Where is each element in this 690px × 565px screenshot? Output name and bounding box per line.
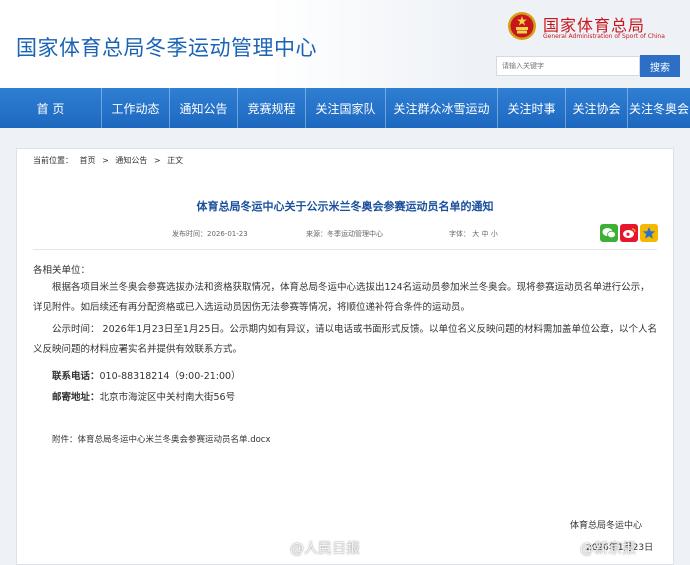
breadcrumb-notices[interactable]: 通知公告 <box>115 156 147 165</box>
nav-item-work-news[interactable]: 工作动态 <box>102 88 170 128</box>
article-source: 来源：冬季运动管理中心 <box>306 230 383 238</box>
main-nav: 首 页 工作动态 通知公告 竞赛规程 关注国家队 关注群众冰雪运动 关注时事 关… <box>0 88 690 128</box>
site-title[interactable]: 国家体育总局冬季运动管理中心 <box>16 32 317 62</box>
contact-value: 010-88318214（9:00-21:00） <box>99 371 241 382</box>
font-size-large[interactable]: 大 <box>472 230 479 238</box>
nav-item-associations[interactable]: 关注协会 <box>566 88 628 128</box>
breadcrumb-separator: > <box>153 156 161 165</box>
watermark-beijing-news: @新京报 <box>580 541 636 557</box>
breadcrumb-current: 正文 <box>167 156 184 165</box>
signature-organization: 体育总局冬运中心 <box>570 521 643 531</box>
font-size-label: 字体： <box>449 230 470 238</box>
nav-item-notices[interactable]: 通知公告 <box>170 88 238 128</box>
share-weibo-icon[interactable] <box>620 224 638 242</box>
share-wechat-icon[interactable] <box>600 224 618 242</box>
breadcrumb-home[interactable]: 首页 <box>80 156 96 165</box>
address-value: 北京市海淀区中关村南大街56号 <box>99 392 236 403</box>
contact-phone: 联系电话：010-88318214（9:00-21:00） <box>52 368 241 382</box>
nav-item-home[interactable]: 首 页 <box>0 88 102 128</box>
nav-item-mass-winter-sports[interactable]: 关注群众冰雪运动 <box>386 88 498 128</box>
contact-label: 联系电话： <box>52 371 100 382</box>
address-label: 邮寄地址： <box>52 392 100 403</box>
search-button[interactable]: 搜索 <box>640 55 680 77</box>
watermark-people-daily: @人民日报 <box>290 541 360 557</box>
nav-item-competition-rules[interactable]: 竞赛规程 <box>238 88 306 128</box>
search-input[interactable] <box>496 56 640 76</box>
salutation: 各相关单位： <box>33 265 91 276</box>
national-emblem-icon <box>508 12 536 40</box>
nav-item-current-affairs[interactable]: 关注时事 <box>498 88 566 128</box>
breadcrumb: 当前位置： 首页 > 通知公告 > 正文 <box>33 155 187 166</box>
article-title: 体育总局冬运中心关于公示米兰冬奥会参赛运动员名单的通知 <box>196 200 494 213</box>
font-size-selector: 字体： 大 中 小 <box>449 229 498 239</box>
meta-divider <box>33 249 657 250</box>
share-qzone-icon[interactable] <box>640 224 658 242</box>
brand-name-english: General Administration of Sport of China <box>543 33 665 40</box>
body-paragraph-1: 根据各项目米兰冬奥会参赛选拔办法和资格获取情况，体育总局冬运中心选拔出124名运… <box>33 282 650 313</box>
nav-item-national-team[interactable]: 关注国家队 <box>306 88 386 128</box>
breadcrumb-prefix: 当前位置： <box>33 156 73 165</box>
font-size-small[interactable]: 小 <box>491 230 498 238</box>
site-header: 国家体育总局冬季运动管理中心 国家体育总局 General Administra… <box>0 0 690 88</box>
breadcrumb-separator: > <box>102 156 109 165</box>
publish-time: 发布时间：2026-01-23 <box>172 230 248 238</box>
attachment-link[interactable]: 附件：体育总局冬运中心米兰冬奥会参赛运动员名单.docx <box>52 433 271 445</box>
body-paragraph-2: 公示时间： 2026年1月23日至1月25日。公示期内如有异议，请以电话或书面形… <box>33 324 657 355</box>
mailing-address: 邮寄地址：北京市海淀区中关村南大街56号 <box>52 389 235 403</box>
nav-item-winter-olympics[interactable]: 关注冬奥会 <box>628 88 690 128</box>
font-size-medium[interactable]: 中 <box>481 230 488 238</box>
